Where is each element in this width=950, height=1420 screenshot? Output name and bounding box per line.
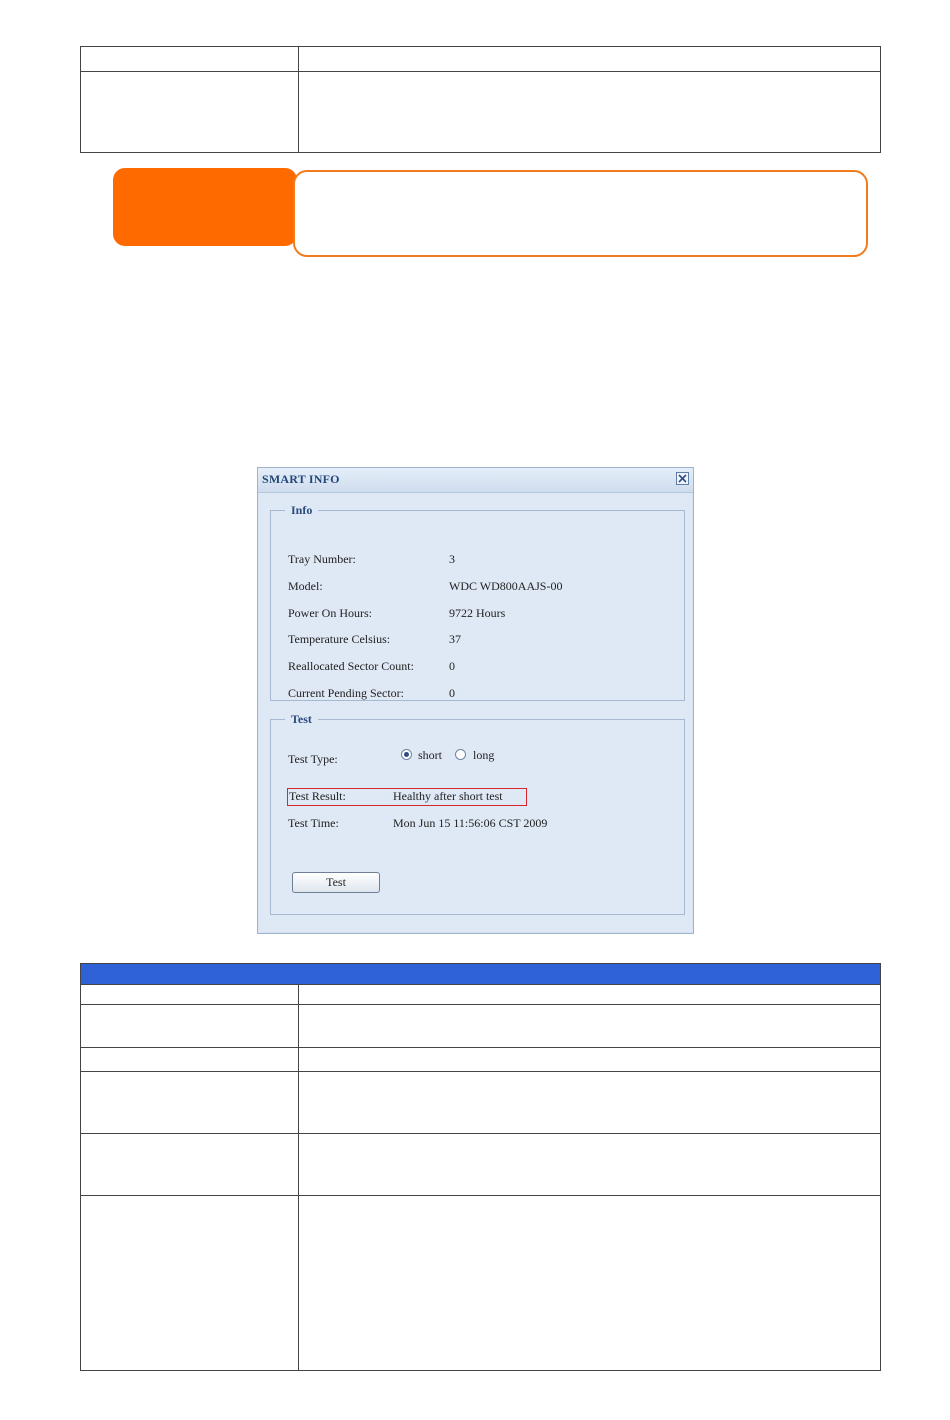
tray-number-label: Tray Number: — [288, 552, 356, 566]
table-cell — [81, 1072, 299, 1133]
table-cell — [299, 47, 880, 71]
table-cell — [299, 1196, 880, 1370]
table-row — [81, 71, 880, 152]
test-group: Test Test Type: short long Test Result: … — [270, 712, 685, 915]
table-cell — [81, 1134, 299, 1195]
radio-long[interactable] — [455, 749, 466, 760]
table-row — [81, 1004, 880, 1047]
test-button[interactable]: Test — [292, 872, 380, 893]
pending-sector-value: 0 — [449, 686, 455, 700]
radio-short[interactable] — [401, 749, 412, 760]
info-group: Info Tray Number: 3 Model: WDC WD800AAJS… — [270, 503, 685, 701]
tray-number-value: 3 — [449, 552, 455, 566]
table-row — [81, 1071, 880, 1133]
table-cell — [81, 985, 299, 1004]
window-title: SMART INFO — [262, 472, 340, 486]
radio-short-label[interactable]: short — [418, 748, 442, 763]
table-cell — [299, 1072, 880, 1133]
table-cell — [81, 1196, 299, 1370]
test-time-label: Test Time: — [288, 816, 339, 830]
bottom-table — [80, 963, 881, 1371]
window-body: Info Tray Number: 3 Model: WDC WD800AAJS… — [259, 493, 692, 932]
table-cell — [81, 72, 299, 152]
window-titlebar: SMART INFO — [258, 468, 693, 493]
radio-selected-dot — [404, 752, 409, 757]
table-header-row — [81, 964, 880, 985]
temperature-value: 37 — [449, 632, 461, 646]
table-row — [81, 1133, 880, 1195]
reallocated-sector-value: 0 — [449, 659, 455, 673]
table-cell — [299, 72, 880, 152]
table-cell — [299, 1005, 880, 1047]
info-legend: Info — [285, 503, 319, 518]
power-on-hours-label: Power On Hours: — [288, 606, 372, 620]
table-row — [81, 985, 880, 1004]
close-icon — [678, 474, 687, 483]
model-value: WDC WD800AAJS-00 — [449, 579, 563, 593]
table-cell — [299, 1048, 880, 1071]
top-table — [80, 46, 881, 153]
note-tab — [113, 168, 297, 246]
power-on-hours-value: 9722 Hours — [449, 606, 506, 620]
table-row — [81, 1047, 880, 1071]
test-legend: Test — [285, 712, 318, 727]
table-row — [81, 1195, 880, 1370]
reallocated-sector-label: Reallocated Sector Count: — [288, 659, 414, 673]
temperature-label: Temperature Celsius: — [288, 632, 391, 646]
test-type-label: Test Type: — [288, 752, 338, 766]
test-result-label: Test Result: — [289, 789, 346, 803]
table-cell — [299, 1134, 880, 1195]
test-result-value: Healthy after short test — [393, 789, 503, 803]
model-label: Model: — [288, 579, 323, 593]
smart-info-window: SMART INFO Info Tray Number: 3 Model: WD… — [257, 467, 694, 934]
table-cell — [81, 1048, 299, 1071]
radio-long-label[interactable]: long — [473, 748, 494, 763]
close-button[interactable] — [676, 472, 689, 485]
pending-sector-label: Current Pending Sector: — [288, 686, 404, 700]
table-cell — [299, 985, 880, 1004]
table-row — [81, 47, 880, 71]
test-time-value: Mon Jun 15 11:56:06 CST 2009 — [393, 816, 548, 830]
table-cell — [81, 1005, 299, 1047]
note-box — [293, 170, 868, 257]
table-cell — [81, 47, 299, 71]
